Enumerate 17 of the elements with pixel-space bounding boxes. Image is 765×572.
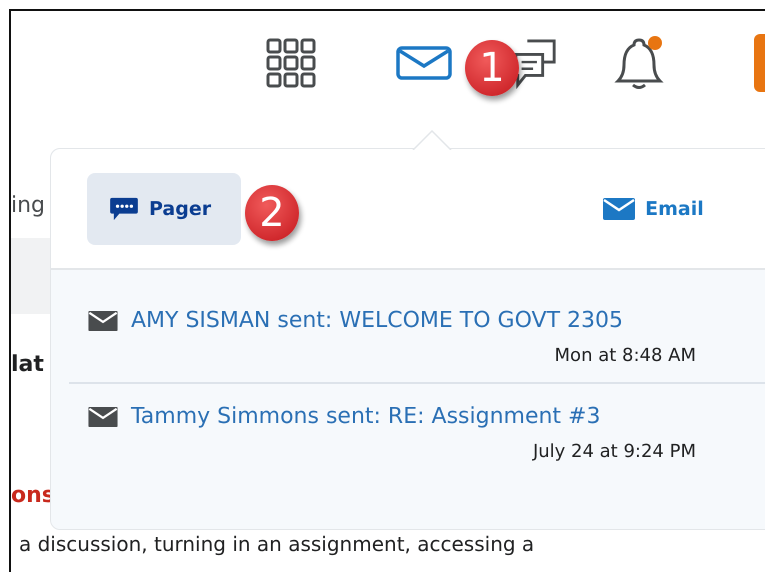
email-tab[interactable]: Email — [581, 172, 734, 244]
envelope-icon — [87, 406, 119, 426]
envelope-icon[interactable] — [396, 46, 452, 80]
envelope-icon — [603, 198, 636, 220]
message-link[interactable]: AMY SISMAN sent: WELCOME TO GOVT 2305 — [131, 308, 623, 333]
message-time: July 24 at 9:24 PM — [531, 441, 697, 462]
bell-icon[interactable] — [614, 35, 664, 91]
body-text: a discussion, turning in an assignment, accessing a — [19, 532, 534, 556]
section-heading: lat — [11, 352, 44, 377]
speech-bubble-icon — [109, 196, 139, 220]
message-time: Mon at 8:48 AM — [554, 345, 697, 366]
message-link[interactable]: Tammy Simmons sent: RE: Assignment #3 — [131, 404, 600, 429]
page-text: ing — [11, 193, 46, 218]
pager-tab[interactable]: Pager — [87, 172, 242, 244]
apps-grid-icon[interactable] — [266, 38, 316, 88]
step-number-badge: 1 — [465, 40, 519, 96]
envelope-icon — [87, 310, 119, 330]
